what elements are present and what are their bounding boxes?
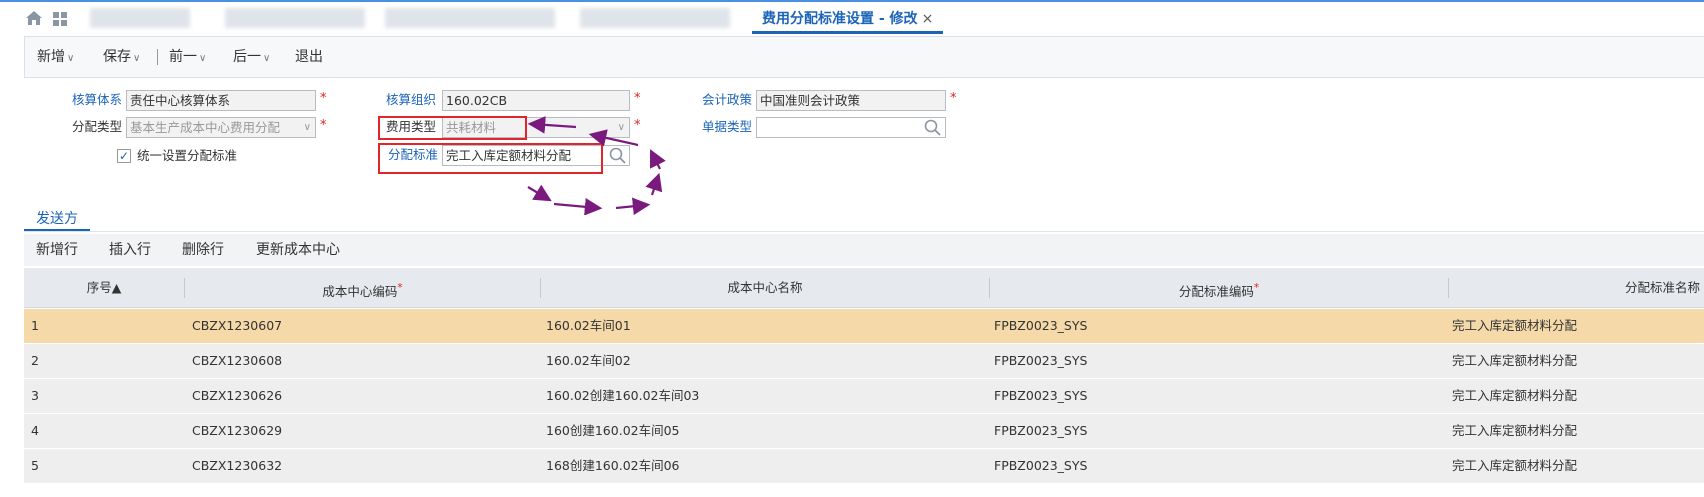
delete-row-button[interactable]: 删除行 xyxy=(182,234,224,266)
table-row[interactable]: 4 CBZX1230629 160创建160.02车间05 FPBZ0023_S… xyxy=(24,414,1704,449)
cell-standard-name[interactable]: 完工入库定额材料分配 xyxy=(1452,309,1577,343)
new-button[interactable]: 新增 ∨ xyxy=(37,37,74,77)
next-button-label: 后一 xyxy=(233,49,261,65)
cell-standard-code[interactable]: FPBZ0023_SYS xyxy=(994,309,1087,343)
accounting-policy-field[interactable]: 中国准则会计政策 xyxy=(756,90,946,111)
table-row[interactable]: 2 CBZX1230608 160.02车间02 FPBZ0023_SYS 完工… xyxy=(24,344,1704,379)
prev-button-label: 前一 xyxy=(169,49,197,65)
cell-cost-center-name[interactable]: 160.02创建160.02车间03 xyxy=(546,379,699,413)
required-mark: * xyxy=(397,282,403,294)
cell-cost-center-code[interactable]: CBZX1230629 xyxy=(192,414,282,448)
next-button[interactable]: 后一 ∨ xyxy=(233,37,270,77)
required-mark: * xyxy=(950,91,957,106)
column-header-standard-code-label: 分配标准编码 xyxy=(1178,284,1254,300)
cell-standard-name[interactable]: 完工入库定额材料分配 xyxy=(1452,449,1577,483)
column-header-standard-name[interactable]: 分配标准名称 xyxy=(1449,268,1704,308)
table-row[interactable]: 3 CBZX1230626 160.02创建160.02车间03 FPBZ002… xyxy=(24,379,1704,414)
column-header-cost-center-name[interactable]: 成本中心名称 xyxy=(541,268,989,308)
cell-cost-center-name[interactable]: 160.02车间02 xyxy=(546,344,631,378)
cell-cost-center-name[interactable]: 168创建160.02车间06 xyxy=(546,449,680,483)
search-icon[interactable] xyxy=(924,119,942,136)
cell-standard-code[interactable]: FPBZ0023_SYS xyxy=(994,449,1087,483)
cell-seq: 3 xyxy=(31,388,39,403)
exit-button[interactable]: 退出 xyxy=(295,37,323,77)
cell-seq: 4 xyxy=(31,423,39,438)
accounting-org-label: 核算组织 xyxy=(385,92,436,107)
grid-header: 序号▲ 成本中心编码* 成本中心名称 分配标准编码* 分配标准名称 xyxy=(24,268,1704,308)
column-header-standard-code[interactable]: 分配标准编码* xyxy=(990,268,1448,308)
toolbar-divider xyxy=(157,49,158,65)
cell-cost-center-code[interactable]: CBZX1230607 xyxy=(192,309,282,343)
required-mark: * xyxy=(1253,282,1260,294)
grid-toolbar: 新增行 插入行 删除行 更新成本中心 xyxy=(24,234,1704,266)
required-mark: * xyxy=(320,118,327,133)
new-button-label: 新增 xyxy=(37,49,65,65)
required-mark: * xyxy=(634,91,641,106)
chevron-down-icon: ∨ xyxy=(199,53,207,64)
save-button-label: 保存 xyxy=(103,49,131,65)
accounting-system-label: 核算体系 xyxy=(71,92,122,107)
accounting-system-field[interactable]: 责任中心核算体系 xyxy=(126,90,316,111)
cell-standard-name[interactable]: 完工入库定额材料分配 xyxy=(1452,379,1577,413)
blurred-tab xyxy=(225,8,365,28)
cell-seq: 1 xyxy=(31,318,39,333)
cell-standard-code[interactable]: FPBZ0023_SYS xyxy=(994,379,1087,413)
blurred-tab xyxy=(90,8,190,28)
blurred-tab xyxy=(385,8,555,28)
cell-cost-center-code[interactable]: CBZX1230626 xyxy=(192,379,282,413)
cell-standard-code[interactable]: FPBZ0023_SYS xyxy=(994,344,1087,378)
doc-type-label: 单据类型 xyxy=(701,119,752,134)
home-icon[interactable] xyxy=(25,10,43,26)
unified-setting-label: 统一设置分配标准 xyxy=(137,148,238,163)
section-divider xyxy=(24,231,1704,232)
chevron-down-icon: ∨ xyxy=(133,53,141,64)
allocation-type-value: 基本生产成本中心费用分配 xyxy=(130,120,281,135)
cell-standard-name[interactable]: 完工入库定额材料分配 xyxy=(1452,414,1577,448)
add-row-button[interactable]: 新增行 xyxy=(36,234,78,266)
update-cost-center-button[interactable]: 更新成本中心 xyxy=(256,234,340,266)
cell-standard-name[interactable]: 完工入库定额材料分配 xyxy=(1452,344,1577,378)
annotation-arrows xyxy=(527,116,666,215)
unified-setting-checkbox[interactable]: ✓ xyxy=(117,149,131,163)
prev-button[interactable]: 前一 ∨ xyxy=(169,37,206,77)
chevron-down-icon: ∨ xyxy=(67,53,75,64)
table-row[interactable]: 1 CBZX1230607 160.02车间01 FPBZ0023_SYS 完工… xyxy=(24,309,1704,344)
cell-cost-center-code[interactable]: CBZX1230632 xyxy=(192,449,282,483)
column-header-seq[interactable]: 序号▲ xyxy=(24,268,184,308)
cell-cost-center-name[interactable]: 160创建160.02车间05 xyxy=(546,414,680,448)
cell-seq: 5 xyxy=(31,458,39,473)
cell-standard-code[interactable]: FPBZ0023_SYS xyxy=(994,414,1087,448)
cell-cost-center-name[interactable]: 160.02车间01 xyxy=(546,309,631,343)
cell-cost-center-code[interactable]: CBZX1230608 xyxy=(192,344,282,378)
allocation-type-label: 分配类型 xyxy=(71,119,122,134)
chevron-down-icon: ∨ xyxy=(263,53,271,64)
insert-row-button[interactable]: 插入行 xyxy=(109,234,151,266)
required-mark: * xyxy=(320,91,327,106)
table-row[interactable]: 5 CBZX1230632 168创建160.02车间06 FPBZ0023_S… xyxy=(24,449,1704,484)
column-header-cost-center-code-label: 成本中心编码 xyxy=(322,284,398,300)
accounting-org-field[interactable]: 160.02CB xyxy=(442,90,630,111)
save-button[interactable]: 保存 ∨ xyxy=(103,37,140,77)
doc-type-field[interactable] xyxy=(756,117,946,138)
apps-grid-icon[interactable] xyxy=(52,11,68,27)
highlight-box-expense-type xyxy=(378,116,527,140)
tab-title: 费用分配标准设置 - 修改 xyxy=(762,11,918,27)
tab-fee-allocation-edit[interactable]: 费用分配标准设置 - 修改 × xyxy=(752,6,944,34)
allocation-type-select[interactable]: 基本生产成本中心费用分配 ∨ xyxy=(126,117,316,138)
close-icon[interactable]: × xyxy=(922,11,934,27)
window-tab-strip: 费用分配标准设置 - 修改 × xyxy=(0,0,1704,34)
cell-seq: 2 xyxy=(31,353,39,368)
main-toolbar: 新增 ∨ 保存 ∨ 前一 ∨ 后一 ∨ 退出 xyxy=(24,36,1704,78)
blurred-tab xyxy=(580,8,730,28)
chevron-down-icon: ∨ xyxy=(303,122,311,133)
column-header-cost-center-code[interactable]: 成本中心编码* xyxy=(185,268,540,308)
tab-sender[interactable]: 发送方 xyxy=(24,208,90,231)
accounting-policy-label: 会计政策 xyxy=(701,92,752,107)
